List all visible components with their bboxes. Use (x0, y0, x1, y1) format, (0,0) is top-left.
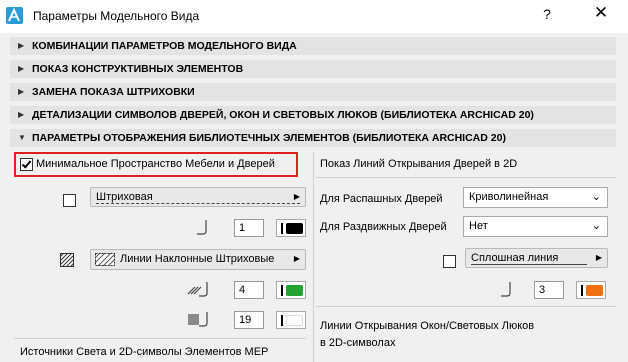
right-footer-divider (316, 306, 616, 307)
section-header-symbol-detail[interactable]: ▶ ДЕТАЛИЗАЦИИ СИМВОЛОВ ДВЕРЕЙ, ОКОН И СВ… (10, 106, 616, 124)
fill-pen-color[interactable] (276, 281, 306, 299)
expand-arrow-icon: ▶ (18, 110, 25, 119)
title-bar: Параметры Модельного Вида ? ✕ (0, 0, 628, 33)
arrow-right-icon: ▶ (293, 254, 300, 263)
right-title-divider (316, 177, 616, 178)
solid-line-preview (471, 264, 587, 265)
fill-pattern-preview-icon (95, 253, 115, 266)
line-pen-color[interactable] (276, 219, 306, 237)
line-pen-input[interactable]: 1 (234, 219, 264, 237)
section-header-library-display[interactable]: ▼ ПАРАМЕТРЫ ОТОБРАЖЕНИЯ БИБЛИОТЕЧНЫХ ЭЛЕ… (10, 129, 616, 147)
fill-type-select[interactable]: Линии Наклонные Штриховые ▶ (90, 249, 306, 270)
pen-swatch (286, 315, 303, 326)
arrow-right-icon: ▶ (595, 253, 602, 262)
swing-doors-label: Для Распашных Дверей (320, 193, 443, 205)
window-title: Параметры Модельного Вида (33, 9, 200, 23)
left-footer-divider (14, 338, 306, 339)
background-pen-icon (188, 312, 208, 327)
expand-arrow-icon: ▶ (18, 64, 25, 73)
fill-pen-icon (187, 282, 208, 297)
expand-arrow-icon: ▶ (18, 41, 25, 50)
sliding-doors-label: Для Раздвижных Дверей (320, 221, 447, 233)
expand-arrow-icon: ▶ (18, 87, 25, 96)
pen-swatch (286, 285, 303, 296)
section-header-fill-override[interactable]: ▶ ЗАМЕНА ПОКАЗА ШТРИХОВКИ (10, 83, 616, 101)
min-space-label: Минимальное Пространство Мебели и Дверей (36, 158, 275, 170)
swing-doors-select[interactable]: Криволинейная ⌄ (463, 187, 608, 208)
min-space-checkbox[interactable] (20, 158, 33, 171)
line-type-select[interactable]: Штриховая ▶ (90, 187, 306, 207)
pen-swatch (286, 223, 303, 234)
background-pen-input[interactable]: 19 (234, 311, 264, 329)
section-header-view-combinations[interactable]: ▶ КОМБИНАЦИИ ПАРАМЕТРОВ МОДЕЛЬНОГО ВИДА (10, 37, 616, 55)
door-line-type-checkbox[interactable] (443, 255, 456, 268)
line-type-checkbox[interactable] (63, 194, 76, 207)
background-pen-color[interactable] (276, 311, 306, 329)
window-lines-label-1: Линии Открывания Окон/Световых Люков (320, 320, 535, 332)
fill-pen-input[interactable]: 4 (234, 281, 264, 299)
chevron-down-icon: ⌄ (591, 220, 601, 232)
light-sources-label: Источники Света и 2D-символы Элементов M… (20, 346, 269, 358)
door-line-pen-input[interactable]: 3 (534, 281, 564, 299)
panel-divider (313, 152, 314, 362)
close-button[interactable]: ✕ (592, 3, 610, 23)
chevron-down-icon: ⌄ (591, 191, 601, 203)
pen-icon (501, 282, 511, 297)
arrow-right-icon: ▶ (293, 192, 300, 201)
pen-swatch (586, 285, 603, 296)
dashed-line-preview (96, 203, 300, 204)
door-line-type-select[interactable]: Сплошная линия ▶ (465, 248, 608, 268)
sliding-doors-select[interactable]: Нет ⌄ (463, 216, 608, 237)
door-line-pen-color[interactable] (576, 281, 606, 299)
door-lines-title: Показ Линий Открывания Дверей в 2D (320, 158, 518, 170)
help-button[interactable]: ? (540, 6, 554, 22)
collapse-arrow-icon: ▼ (18, 133, 26, 142)
section-header-structural-display[interactable]: ▶ ПОКАЗ КОНСТРУКТИВНЫХ ЭЛЕМЕНТОВ (10, 60, 616, 78)
archicad-app-icon (6, 7, 23, 24)
pen-icon (197, 220, 207, 235)
window-lines-label-2: в 2D-символах (320, 337, 396, 349)
fill-hatch-icon (60, 253, 74, 267)
